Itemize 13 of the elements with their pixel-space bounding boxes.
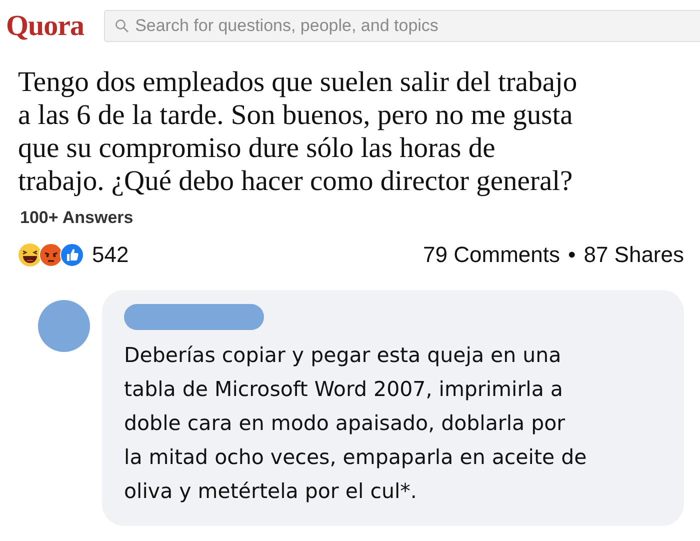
comment-text: Deberías copiar y pegar esta queja en una tabla de Microsoft Word 2007, imprimirla a doble cara en modo apaisado, doblarla por la mitad ocho veces, empaparla en aceite de oliva y metértela por el cul*.: [124, 342, 588, 505]
quora-logo[interactable]: Quora: [6, 10, 84, 42]
reactions-count: 542: [92, 242, 129, 268]
comments-link[interactable]: 79 Comments: [423, 242, 560, 268]
search-field[interactable]: Search for questions, people, and topics: [104, 10, 700, 42]
shares-link[interactable]: 87 Shares: [584, 242, 684, 268]
angry-face-icon: [39, 243, 63, 267]
avatar-icon: [38, 300, 90, 352]
answers-count: 100+ Answers: [19, 207, 134, 228]
question-title: Tengo dos empleados que suelen salir del trabajo a las 6 de la tarde. Son buenos, pero no me gusta que su compromiso dure sólo las horas de trabajo. ¿Qué debo hacer como director general?: [17, 66, 578, 198]
laughing-face-icon: [18, 243, 42, 267]
thumbs-up-icon: [60, 243, 84, 267]
separator-dot: •: [568, 242, 576, 268]
